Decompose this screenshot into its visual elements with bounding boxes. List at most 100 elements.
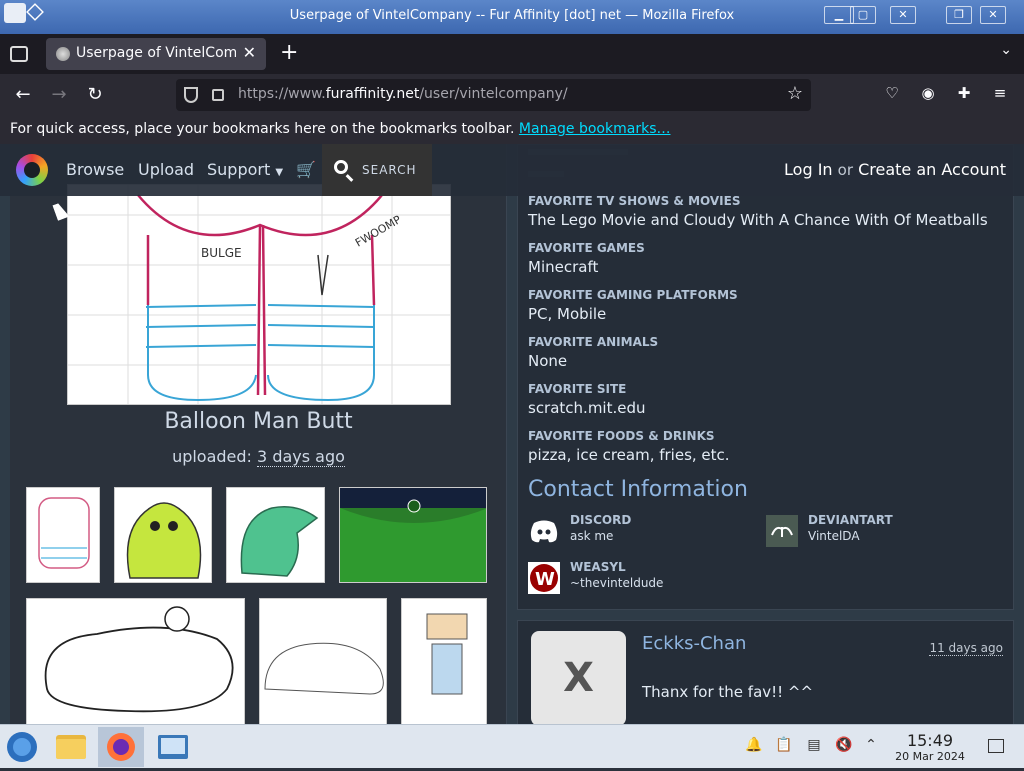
favorite-label: FAVORITE GAMES — [528, 241, 645, 255]
favorite-value: pizza, ice cream, fries, etc. — [528, 446, 730, 464]
favorite-label: FAVORITE FOODS & DRINKS — [528, 429, 715, 443]
tab-userpage[interactable]: Userpage of VintelCompany ✕ — [46, 38, 266, 70]
discord-icon — [528, 515, 560, 547]
commenter-avatar[interactable]: X — [531, 631, 626, 724]
window-restore-button[interactable]: ▢ — [850, 6, 876, 24]
shout-comment: X Eckks-Chan 11 days ago Thanx for the f… — [517, 620, 1014, 724]
favorite-value: Minecraft — [528, 258, 599, 276]
window-close-button[interactable]: ✕ — [890, 6, 916, 24]
gallery-thumbnail[interactable] — [114, 487, 212, 583]
tab-close-icon[interactable]: ✕ — [243, 43, 256, 62]
lock-icon[interactable] — [212, 89, 224, 101]
clock-time: 15:49 — [906, 731, 954, 750]
svg-text:W: W — [535, 569, 555, 590]
back-button[interactable]: ← — [10, 82, 36, 108]
bookmark-star-icon[interactable]: ☆ — [787, 83, 803, 104]
create-account-link[interactable]: Create an Account — [858, 160, 1006, 179]
window-maximize-button[interactable]: ❐ — [946, 6, 972, 24]
device-icon[interactable]: ▤ — [805, 737, 823, 755]
featured-submission-image[interactable]: BULGE FWOOMP — [67, 184, 451, 405]
manage-bookmarks-link[interactable]: Manage bookmarks… — [519, 121, 671, 137]
weasyl-icon: W — [528, 562, 560, 594]
firefox-icon[interactable] — [98, 727, 144, 767]
web-page: BULGE FWOOMP Balloon Man Butt uploaded: … — [0, 144, 1024, 724]
clock[interactable]: 15:49 20 Mar 2024 — [890, 731, 970, 763]
volume-muted-icon[interactable]: 🔇 — [835, 737, 853, 755]
gallery-thumbnail[interactable] — [26, 598, 245, 724]
deviantart-icon — [766, 515, 798, 547]
gallery-thumbnail[interactable] — [401, 598, 487, 724]
gallery-thumbnail[interactable] — [339, 487, 487, 583]
contact-information-heading: Contact Information — [528, 477, 748, 502]
favorite-label: FAVORITE TV SHOWS & MOVIES — [528, 194, 741, 208]
window-close-button-2[interactable]: ✕ — [980, 6, 1006, 24]
uploaded-label: uploaded: — [172, 447, 252, 466]
contact-service: DEVIANTART — [808, 513, 893, 527]
tab-bar: Userpage of VintelCompany ✕ + ⌄ — [0, 34, 1024, 74]
bookmarks-hint: For quick access, place your bookmarks h… — [10, 121, 515, 137]
gallery-thumbnail[interactable] — [259, 598, 387, 724]
contact-deviantart[interactable]: DEVIANTART VintelDA — [766, 513, 986, 553]
navigation-toolbar: ← → ↻ https://www.furaffinity.net/user/v… — [0, 74, 1024, 116]
submission-upload-info: uploaded: 3 days ago — [10, 447, 507, 467]
submission-title[interactable]: Balloon Man Butt — [10, 409, 507, 434]
favorite-label: FAVORITE SITE — [528, 382, 627, 396]
favorite-value: scratch.mit.edu — [528, 399, 646, 417]
comment-message: Thanx for the fav!! ^^ — [642, 683, 814, 701]
nav-support-label: Support — [207, 160, 271, 179]
auth-links: Log In or Create an Account — [784, 160, 1006, 179]
tracking-shield-icon[interactable] — [184, 87, 198, 103]
url-bar[interactable]: https://www.furaffinity.net/user/vintelc… — [176, 79, 811, 111]
contact-service: DISCORD — [570, 513, 632, 527]
nav-browse[interactable]: Browse — [66, 160, 124, 179]
favorite-value: The Lego Movie and Cloudy With A Chance … — [528, 211, 988, 229]
forward-button[interactable]: → — [46, 82, 72, 108]
clipboard-icon[interactable]: 📋 — [775, 737, 793, 755]
favicon-icon — [56, 47, 70, 61]
or-text: or — [837, 161, 854, 179]
pocket-icon[interactable]: ♡ — [882, 84, 902, 104]
new-tab-button[interactable]: + — [280, 40, 298, 65]
contact-discord[interactable]: DISCORD ask me — [528, 513, 748, 553]
search-label: SEARCH — [362, 163, 417, 177]
start-menu-button[interactable] — [0, 727, 46, 767]
contact-service: WEASYL — [570, 560, 626, 574]
contact-weasyl[interactable]: W WEASYL ~thevinteldude — [528, 560, 748, 600]
file-manager-icon[interactable] — [48, 727, 94, 767]
nav-upload[interactable]: Upload — [138, 160, 194, 179]
svg-text:BULGE: BULGE — [201, 246, 242, 260]
search-button[interactable]: SEARCH — [322, 144, 432, 196]
bookmarks-toolbar: For quick access, place your bookmarks h… — [0, 116, 1024, 144]
list-all-tabs-chevron-icon[interactable]: ⌄ — [1000, 42, 1012, 58]
favorite-label: FAVORITE ANIMALS — [528, 335, 659, 349]
account-icon[interactable]: ◉ — [918, 84, 938, 104]
extensions-icon[interactable]: ✚ — [954, 84, 974, 104]
contact-value: ask me — [570, 529, 614, 543]
nav-support[interactable]: Support ▼ — [207, 160, 283, 179]
gallery-thumbnail[interactable] — [26, 487, 100, 583]
favorite-label: FAVORITE GAMING PLATFORMS — [528, 288, 738, 302]
reload-button[interactable]: ↻ — [82, 82, 108, 108]
gallery-thumbnail[interactable] — [226, 487, 325, 583]
commenter-name[interactable]: Eckks-Chan — [642, 633, 746, 654]
url-text: https://www.furaffinity.net/user/vintelc… — [238, 86, 568, 102]
comment-time: 11 days ago — [929, 641, 1003, 656]
menu-hamburger-icon[interactable]: ≡ — [990, 84, 1010, 104]
favorite-value: None — [528, 352, 568, 370]
chevron-up-icon[interactable]: ⌃ — [862, 737, 880, 755]
taskbar: 🔔 📋 ▤ 🔇 ⌃ 15:49 20 Mar 2024 — [0, 724, 1024, 768]
furaffinity-logo-icon[interactable] — [16, 154, 48, 186]
contact-value: ~thevinteldude — [570, 576, 664, 590]
search-icon — [334, 160, 348, 174]
window-titlebar: Userpage of VintelCompany -- Fur Affinit… — [0, 0, 1024, 34]
cart-icon[interactable]: 🛒 — [296, 160, 316, 179]
contact-value: VintelDA — [808, 529, 860, 543]
tab-list-icon[interactable] — [10, 46, 28, 62]
favorite-value: PC, Mobile — [528, 305, 607, 323]
login-link[interactable]: Log In — [784, 160, 833, 179]
notifications-icon[interactable]: 🔔 — [745, 737, 763, 755]
show-desktop-icon[interactable] — [988, 739, 1004, 753]
clock-date: 20 Mar 2024 — [895, 750, 965, 763]
system-settings-icon[interactable] — [150, 727, 196, 767]
uploaded-time: 3 days ago — [257, 447, 345, 467]
